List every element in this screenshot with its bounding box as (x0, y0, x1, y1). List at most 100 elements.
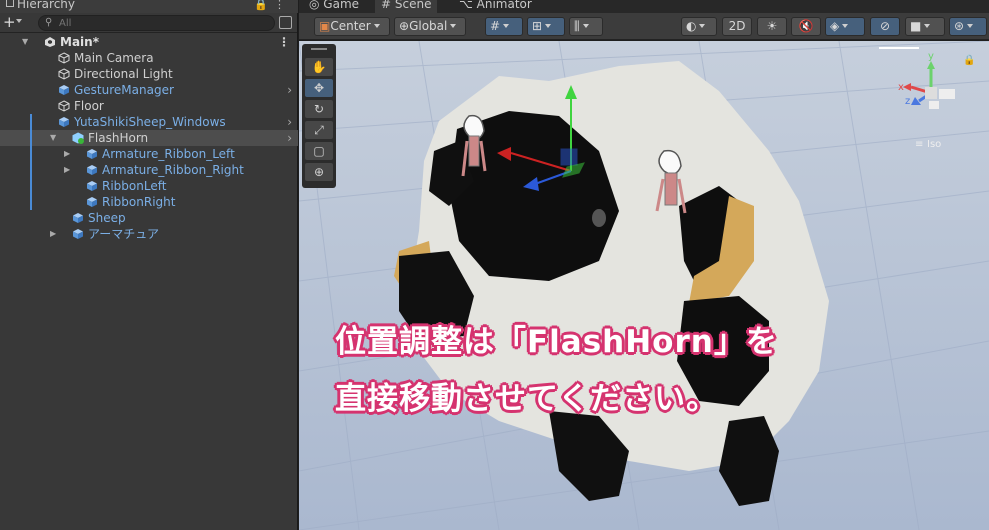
grid-icon: # (490, 19, 501, 33)
hierarchy-item[interactable]: Main Camera (0, 50, 298, 66)
scene-panel: ◎ Game # Scene ⌥ Animator ▣Center ⊕Globa… (299, 0, 989, 530)
tab-hierarchy[interactable]: Hierarchy (0, 0, 298, 13)
tab-scene[interactable]: # Scene (375, 0, 438, 13)
scene-tabbar: ◎ Game # Scene ⌥ Animator (299, 0, 989, 13)
mute-icon: 🔇 (798, 19, 814, 33)
gizmos-button[interactable]: ⊛ (949, 17, 987, 36)
search-input[interactable] (59, 17, 259, 29)
shading-mode-button[interactable]: ◐ (681, 17, 717, 36)
gizmo-view-label: Iso (927, 139, 941, 150)
chevron-right-icon[interactable]: ▶ (64, 146, 70, 162)
chevron-right-icon[interactable]: ▶ (50, 226, 56, 242)
snap-settings-button[interactable]: ⫼ (569, 17, 603, 36)
chevron-down-icon (503, 24, 510, 28)
tab-game[interactable]: ◎ Game (303, 0, 365, 13)
chevron-right-icon[interactable]: ▶ (64, 162, 70, 178)
search-icon: ⚲ (45, 17, 53, 28)
hand-tool[interactable]: ✋ (305, 58, 333, 76)
move-tool[interactable]: ✥ (305, 79, 333, 97)
tab-animator-label: Animator (476, 0, 532, 11)
rect-tool[interactable]: ▢ (305, 142, 333, 160)
layers-icon: ◈ (830, 19, 840, 33)
hierarchy-item[interactable]: ▶ Armature_Ribbon_Right (0, 162, 298, 178)
transform-tool[interactable]: ⊕ (305, 163, 333, 181)
caption-line-1: 位置調整は「FlashHorn」を (335, 324, 778, 360)
mode-2d-button[interactable]: 2D (722, 17, 752, 36)
kebab-menu-icon[interactable]: ⋮ (278, 34, 290, 50)
gizmo-z-label: z (905, 96, 910, 107)
rect-icon: ▢ (313, 144, 325, 158)
chevron-down-icon (842, 24, 849, 28)
tab-animator[interactable]: ⌥ Animator (453, 0, 538, 13)
prefab-override-bar (30, 178, 32, 194)
add-button[interactable]: + (3, 14, 16, 30)
gizmo-y-label: y (928, 51, 934, 62)
globe-icon: ⊕ (399, 19, 410, 33)
pivot-icon: ▣ (319, 19, 331, 33)
gizmo-icon: ⊛ (954, 19, 965, 33)
panel-options[interactable]: 🔒⋮ (254, 0, 291, 11)
prefab-override-bar (30, 194, 32, 210)
space-dropdown[interactable]: ⊕Global (394, 17, 466, 36)
hierarchy-item[interactable]: ▼ FlashHorn › (0, 130, 298, 146)
hierarchy-item-label: Floor (74, 99, 104, 113)
chevron-down-icon (450, 24, 457, 28)
prefab-cube-icon (87, 165, 97, 175)
hierarchy-item[interactable]: ▶ アーマチュア (0, 226, 298, 242)
hierarchy-item[interactable]: Sheep (0, 210, 298, 226)
scale-icon: ⤢ (314, 123, 324, 137)
audio-toggle[interactable]: 🔇 (791, 17, 821, 36)
hierarchy-item[interactable]: ▶ Armature_Ribbon_Left (0, 146, 298, 162)
chevron-right-icon[interactable]: › (287, 114, 292, 130)
scene-render: 🔒 y x z ≡ Iso (299, 41, 989, 530)
move-icon: ✥ (313, 81, 325, 95)
prefab-cube-icon (87, 181, 97, 191)
chevron-down-icon (545, 24, 552, 28)
lighting-toggle[interactable]: ☀ (757, 17, 787, 36)
hierarchy-item[interactable]: YutaShikiSheep_Windows › (0, 114, 298, 130)
search-field[interactable]: ⚲ (38, 15, 275, 31)
gizmo-menu-icon[interactable] (879, 47, 919, 49)
effects-button[interactable]: ◈ (825, 17, 865, 36)
prefab-override-bar (30, 130, 32, 146)
hierarchy-item[interactable]: ▼ Main* ⋮ (0, 34, 298, 50)
rotate-icon: ↻ (313, 102, 325, 116)
chevron-down-icon[interactable]: ▼ (50, 130, 56, 146)
hierarchy-item[interactable]: RibbonLeft (0, 178, 298, 194)
hierarchy-item[interactable]: Floor (0, 98, 298, 114)
hierarchy-tab-label: Hierarchy (17, 0, 76, 11)
hierarchy-item[interactable]: GestureManager › (0, 82, 298, 98)
gizmo-lock-icon[interactable]: 🔒 (963, 54, 975, 66)
chevron-down-icon[interactable]: ▼ (22, 34, 28, 50)
chevron-down-icon (924, 24, 931, 28)
chevron-right-icon[interactable]: › (287, 82, 292, 98)
ruler-icon: ⫼ (574, 19, 580, 33)
prefab-cube-icon (59, 117, 69, 127)
hierarchy-item[interactable]: RibbonRight (0, 194, 298, 210)
overlay-drag-handle[interactable] (311, 48, 327, 50)
hierarchy-item-label: アーマチュア (88, 227, 160, 241)
hierarchy-toolbar: + ⚲ (0, 13, 297, 33)
chevron-right-icon[interactable]: › (287, 130, 292, 146)
unity-editor: Hierarchy 🔒⋮ + ⚲ ▼Main*⋮Main CameraDirec… (0, 0, 989, 530)
tools-overlay: ✋ ✥ ↻ ⤢ ▢ ⊕ (302, 44, 336, 188)
pivot-dropdown[interactable]: ▣Center (314, 17, 390, 36)
transform-icon: ⊕ (313, 165, 325, 179)
hidden-objects-toggle[interactable]: ⊘ (870, 17, 900, 36)
camera-settings-button[interactable]: ■ (905, 17, 945, 36)
grid-snap-button[interactable]: # (485, 17, 523, 36)
scale-tool[interactable]: ⤢ (305, 121, 333, 139)
gameobject-cube-icon (58, 68, 70, 80)
hierarchy-tree: ▼ Main* ⋮ Main Camera Directional Light Gestu… (0, 34, 298, 242)
scene-viewport[interactable]: 🔒 y x z ≡ Iso 位置調整は「FlashHorn」を 直接移動させてく… (299, 41, 989, 530)
chevron-down-icon[interactable] (16, 19, 22, 23)
increment-snap-button[interactable]: ⊞ (527, 17, 565, 36)
gizmo-x-label: x (898, 82, 904, 93)
lock-icon[interactable]: 🔒 (254, 0, 274, 11)
scene-visibility-icon[interactable] (279, 16, 292, 29)
hierarchy-item-label: FlashHorn (88, 131, 149, 145)
kebab-menu-icon[interactable]: ⋮ (274, 0, 291, 11)
hierarchy-item[interactable]: Directional Light (0, 66, 298, 82)
hierarchy-item-label: YutaShikiSheep_Windows (74, 115, 226, 129)
rotate-tool[interactable]: ↻ (305, 100, 333, 118)
